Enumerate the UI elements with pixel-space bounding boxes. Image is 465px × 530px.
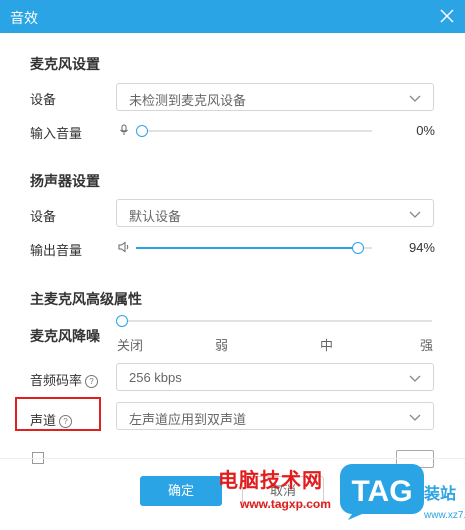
watermark-logo-text: TAG xyxy=(351,475,412,508)
speaker-icon xyxy=(118,241,130,253)
help-icon[interactable]: ? xyxy=(85,375,99,388)
speaker-section-title: 扬声器设置 xyxy=(30,173,100,189)
mic-volume-percent: 0% xyxy=(416,123,435,138)
highlight-box xyxy=(15,397,101,431)
speaker-volume-percent: 94% xyxy=(408,240,435,255)
noise-level-off: 关闭 xyxy=(117,338,144,353)
speaker-device-select[interactable]: 默认设备 xyxy=(116,199,434,227)
speaker-volume-handle[interactable] xyxy=(351,242,364,254)
mic-device-label: 设备 xyxy=(30,92,57,107)
dialog-titlebar: 音效 xyxy=(0,0,465,33)
bitrate-select[interactable]: 256 kbps xyxy=(116,363,434,391)
chevron-down-icon xyxy=(409,411,421,421)
channel-select[interactable]: 左声道应用到双声道 xyxy=(116,402,434,430)
noise-reduction-label: 麦克风降噪 xyxy=(30,328,100,344)
mic-volume-label: 输入音量 xyxy=(30,126,83,141)
noise-level-strong: 强 xyxy=(420,338,434,353)
watermark-logo: TAG xyxy=(338,462,426,520)
speaker-volume-label: 输出音量 xyxy=(30,243,83,258)
watermark-url: www.tagxp.com xyxy=(240,497,331,511)
mic-device-value: 未检测到麦克风设备 xyxy=(129,93,247,108)
mic-device-select[interactable]: 未检测到麦克风设备 xyxy=(116,83,434,111)
bitrate-label-text: 音频码率 xyxy=(30,373,83,388)
advanced-section-title: 主麦克风高级属性 xyxy=(30,291,142,307)
speaker-volume-slider[interactable] xyxy=(136,242,372,254)
close-icon[interactable] xyxy=(437,6,457,26)
mic-volume-slider[interactable] xyxy=(136,125,372,137)
chevron-down-icon xyxy=(409,208,421,218)
watermark-text: 电脑技术网 xyxy=(218,470,323,492)
footer-divider xyxy=(0,458,465,459)
bitrate-value: 256 kbps xyxy=(129,370,182,385)
speaker-volume-fill xyxy=(136,247,358,249)
chevron-down-icon xyxy=(409,372,421,382)
noise-level-medium: 中 xyxy=(320,338,334,353)
bitrate-label: 音频码率? xyxy=(30,370,99,389)
chevron-down-icon xyxy=(409,92,421,102)
microphone-icon xyxy=(118,124,130,136)
watermark-side-url: www.xz7.com xyxy=(424,510,465,521)
ok-button[interactable]: 确定 xyxy=(140,476,222,506)
mic-volume-handle[interactable] xyxy=(136,125,148,137)
speaker-device-label: 设备 xyxy=(30,209,57,224)
noise-level-weak: 弱 xyxy=(215,338,229,353)
mic-section-title: 麦克风设置 xyxy=(30,56,100,72)
noise-reduction-handle[interactable] xyxy=(116,315,128,327)
channel-value: 左声道应用到双声道 xyxy=(129,412,247,427)
speaker-device-value: 默认设备 xyxy=(129,209,182,224)
noise-reduction-slider[interactable] xyxy=(116,315,432,327)
watermark-side-text: 装站 xyxy=(424,486,457,503)
dialog-title: 音效 xyxy=(10,10,38,26)
